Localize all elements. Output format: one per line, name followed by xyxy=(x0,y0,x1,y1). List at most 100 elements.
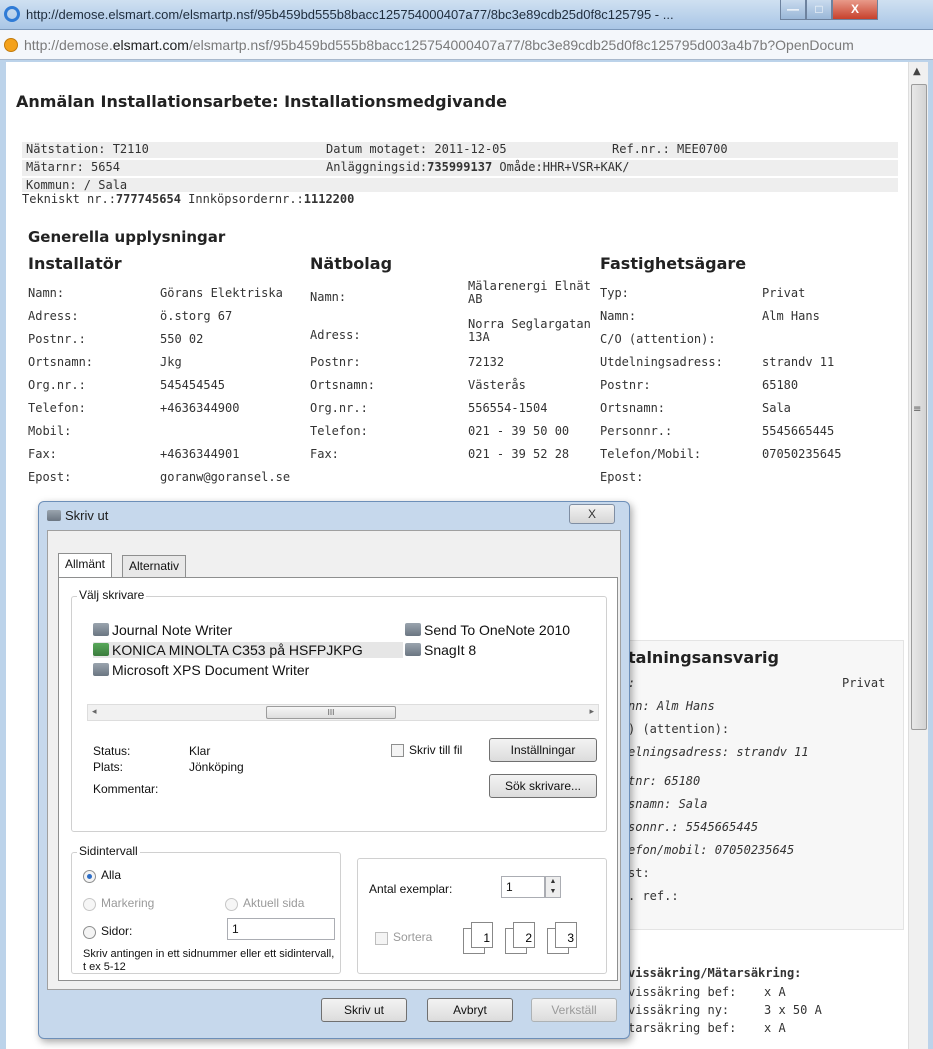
payer-line: nn: Alm Hans xyxy=(628,699,715,713)
tab-general[interactable]: Allmänt xyxy=(58,553,113,577)
installer-label: Ortsnamn: xyxy=(28,355,94,369)
address-bar[interactable]: http://demose.elsmart.com/elsmartp.nsf/9… xyxy=(0,30,933,60)
installer-label: Epost: xyxy=(28,470,72,484)
grid-company-label: Telefon: xyxy=(310,424,368,438)
installer-label: Postnr.: xyxy=(28,332,86,346)
vertical-scrollbar[interactable]: ▲ ≡ xyxy=(908,62,928,1049)
printer-item-selected[interactable]: KONICA MINOLTA C353 på HSFPJKPG xyxy=(93,642,403,658)
owner-label: Epost: xyxy=(600,470,644,484)
grid-company-value: 021 - 39 50 00 xyxy=(468,424,570,438)
grid-company-label: Org.nr.: xyxy=(310,401,368,415)
location-label: Plats: xyxy=(93,760,124,774)
property-owner-heading: Fastighetsägare xyxy=(600,254,747,273)
payer-line: . ref.: xyxy=(628,889,679,903)
status-value: Klar xyxy=(189,744,211,758)
ie-logo-icon xyxy=(4,6,20,22)
grid-company-value: 556554-1504 xyxy=(468,401,548,415)
printer-icon xyxy=(405,623,421,636)
owner-value: Alm Hans xyxy=(762,309,820,323)
window-titlebar: http://demose.elsmart.com/elsmartp.nsf/9… xyxy=(0,0,933,30)
grip-icon: ≡ xyxy=(913,404,922,415)
selection-radio[interactable] xyxy=(83,898,96,911)
tab-options[interactable]: Alternativ xyxy=(122,555,187,577)
minimize-button[interactable]: — xyxy=(780,0,806,20)
printer-item[interactable]: Journal Note Writer xyxy=(93,622,232,638)
page-range-hint: Skriv antingen in ett sidnummer eller et… xyxy=(83,948,335,973)
section-title: Generella upplysningar xyxy=(28,228,226,246)
owner-label: Telefon/Mobil: xyxy=(600,447,702,461)
grid-company-value: Västerås xyxy=(468,378,526,392)
date-received-text: Datum motaget: 2011-12-05 xyxy=(326,142,507,156)
owner-value: strandv 11 xyxy=(762,355,835,369)
current-page-label: Aktuell sida xyxy=(243,896,305,910)
scroll-right-icon[interactable]: ▸ xyxy=(589,706,594,717)
municipality-text: Kommun: / Sala xyxy=(26,178,128,192)
owner-label: Personnr.: xyxy=(600,424,673,438)
all-pages-radio[interactable] xyxy=(83,870,96,883)
apply-button[interactable]: Verkställ xyxy=(531,998,617,1022)
location-value: Jönköping xyxy=(189,760,244,774)
installer-label: Telefon: xyxy=(28,401,86,415)
cancel-button[interactable]: Avbryt xyxy=(427,998,513,1022)
fuse-value: x A xyxy=(764,1021,786,1035)
payer-heading: talningsansvarig xyxy=(628,648,779,667)
pages-input[interactable]: 1 xyxy=(227,918,335,940)
printer-item[interactable]: Send To OneNote 2010 xyxy=(405,622,570,638)
owner-label: C/O (attention): xyxy=(600,332,716,346)
settings-button[interactable]: Inställningar xyxy=(489,738,597,762)
dialog-body: Allmänt Alternativ Välj skrivare Journal… xyxy=(47,530,621,990)
installer-value: 545454545 xyxy=(160,378,226,392)
printer-icon xyxy=(405,643,421,656)
dialog-close-button[interactable]: X xyxy=(569,504,615,524)
printer-item[interactable]: SnagIt 8 xyxy=(405,642,476,658)
grid-company-value: 72132 xyxy=(468,355,505,369)
header-row: Tekniskt nr.:777745654 Innköpsordernr.:1… xyxy=(22,192,898,208)
header-row: Kommun: / Sala xyxy=(22,178,898,192)
select-printer-label: Välj skrivare xyxy=(77,588,147,602)
current-page-radio[interactable] xyxy=(225,898,238,911)
pages-radio[interactable] xyxy=(83,926,96,939)
scroll-left-icon[interactable]: ◂ xyxy=(92,706,97,717)
scrollbar-thumb[interactable]: III xyxy=(266,706,396,719)
url-text[interactable]: http://demose.elsmart.com/elsmartp.nsf/9… xyxy=(24,37,854,53)
header-row: Nätstation: T2110 Datum motaget: 2011-12… xyxy=(22,142,898,158)
copies-input[interactable]: 1 xyxy=(501,876,545,898)
ref-number-text: Ref.nr.: MEE0700 xyxy=(612,142,728,156)
window-title: http://demose.elsmart.com/elsmartp.nsf/9… xyxy=(26,7,674,22)
dialog-title: Skriv ut xyxy=(47,508,108,523)
copies-label: Antal exemplar: xyxy=(369,882,453,896)
fuse-value: x A xyxy=(764,985,786,999)
close-window-button[interactable]: X xyxy=(832,0,878,20)
header-row: Mätarnr: 5654 Anläggningsid:735999137 Om… xyxy=(22,160,898,176)
payer-line: elningsadress: strandv 11 xyxy=(628,745,809,759)
printer-list-scrollbar[interactable]: ◂ III ▸ xyxy=(87,704,599,721)
printer-item[interactable]: Microsoft XPS Document Writer xyxy=(93,662,309,678)
collate-checkbox[interactable] xyxy=(375,932,388,945)
installer-value: +4636344900 xyxy=(160,401,240,415)
installer-heading: Installatör xyxy=(28,254,122,273)
status-label: Status: xyxy=(93,744,131,758)
fuse-label: vissäkring bef: xyxy=(628,985,737,999)
owner-label: Namn: xyxy=(600,309,637,323)
general-panel: Välj skrivare Journal Note Writer KONICA… xyxy=(58,577,618,981)
maximize-button[interactable]: □ xyxy=(806,0,832,20)
grid-company-heading: Nätbolag xyxy=(310,254,393,273)
find-printer-button[interactable]: Sök skrivare... xyxy=(489,774,597,798)
payer-line: ) (attention): xyxy=(628,722,730,736)
print-to-file-checkbox[interactable] xyxy=(391,744,404,757)
printer-icon xyxy=(47,510,61,521)
owner-value: 07050235645 xyxy=(762,447,842,461)
copies-spinner[interactable]: ▲ ▼ xyxy=(545,876,561,898)
payer-line: snamn: Sala xyxy=(628,797,708,811)
owner-value: 5545665445 xyxy=(762,424,835,438)
fuse-label: vissäkring ny: xyxy=(628,1003,730,1017)
scroll-up-icon[interactable]: ▲ xyxy=(913,66,921,77)
printer-icon xyxy=(93,643,109,656)
grid-company-label: Adress: xyxy=(310,328,361,342)
print-button[interactable]: Skriv ut xyxy=(321,998,407,1022)
grid-company-value: Norra Seglargatan 13A xyxy=(468,317,591,344)
grid-company-value: Mälarenergi Elnät AB xyxy=(468,279,591,306)
installer-label: Namn: xyxy=(28,286,65,300)
installer-label: Org.nr.: xyxy=(28,378,86,392)
owner-value: Privat xyxy=(762,286,806,300)
